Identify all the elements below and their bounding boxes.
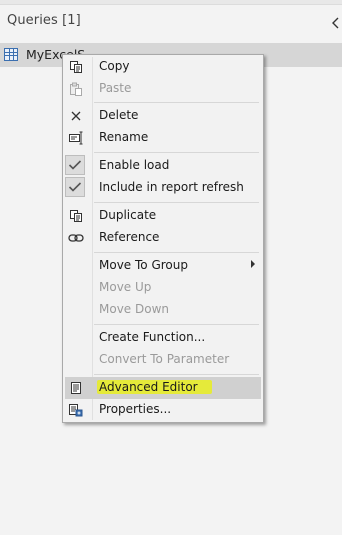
- menu-item-copy[interactable]: Copy: [65, 56, 261, 78]
- menu-separator: [94, 102, 259, 103]
- checkmark-icon: [65, 155, 85, 175]
- menu-separator: [94, 252, 259, 253]
- menu-item-delete[interactable]: Delete: [65, 105, 261, 127]
- menu-item-reference[interactable]: Reference: [65, 227, 261, 249]
- rename-label: Rename: [99, 130, 149, 144]
- advanced-editor-icon: [67, 379, 85, 397]
- properties-label: Properties...: [99, 402, 172, 416]
- delete-icon: [67, 107, 85, 125]
- menu-item-include-refresh[interactable]: Include in report refresh: [65, 177, 261, 199]
- context-menu: Copy Paste Delete Rename Enable load Inc: [62, 54, 264, 423]
- include-refresh-label: Include in report refresh: [99, 180, 244, 194]
- menu-separator: [94, 374, 259, 375]
- table-icon: [4, 48, 18, 61]
- menu-item-enable-load[interactable]: Enable load: [65, 155, 261, 177]
- delete-label: Delete: [99, 108, 139, 122]
- create-function-label: Create Function...: [99, 330, 206, 344]
- duplicate-label: Duplicate: [99, 208, 157, 222]
- queries-pane-header: Queries [1]: [0, 4, 342, 40]
- copy-icon: [67, 58, 85, 76]
- menu-item-rename[interactable]: Rename: [65, 127, 261, 149]
- convert-to-parameter-label: Convert To Parameter: [99, 352, 230, 366]
- properties-icon: [67, 401, 85, 419]
- paste-label: Paste: [99, 81, 132, 95]
- link-icon: [67, 229, 85, 247]
- move-to-group-label: Move To Group: [99, 258, 188, 272]
- collapse-pane-icon[interactable]: [328, 12, 342, 34]
- menu-item-move-up: Move Up: [65, 277, 261, 299]
- advanced-editor-label: Advanced Editor: [97, 380, 212, 394]
- copy-label: Copy: [99, 59, 130, 73]
- paste-icon: [67, 80, 85, 98]
- menu-item-duplicate[interactable]: Duplicate: [65, 205, 261, 227]
- duplicate-icon: [67, 207, 85, 225]
- menu-item-paste: Paste: [65, 78, 261, 100]
- menu-item-properties[interactable]: Properties...: [65, 399, 261, 421]
- menu-item-create-function[interactable]: Create Function...: [65, 327, 261, 349]
- menu-item-move-to-group[interactable]: Move To Group: [65, 255, 261, 277]
- checkmark-icon: [65, 177, 85, 197]
- enable-load-label: Enable load: [99, 158, 170, 172]
- reference-label: Reference: [99, 230, 160, 244]
- rename-icon: [67, 129, 85, 147]
- menu-separator: [94, 152, 259, 153]
- menu-item-convert-to-parameter: Convert To Parameter: [65, 349, 261, 371]
- move-down-label: Move Down: [99, 302, 169, 316]
- menu-separator: [94, 202, 259, 203]
- menu-item-advanced-editor[interactable]: Advanced Editor: [65, 377, 261, 399]
- menu-separator: [94, 324, 259, 325]
- submenu-arrow-icon: [251, 260, 255, 268]
- menu-item-move-down: Move Down: [65, 299, 261, 321]
- move-up-label: Move Up: [99, 280, 152, 294]
- queries-pane-title: Queries [1]: [7, 13, 81, 28]
